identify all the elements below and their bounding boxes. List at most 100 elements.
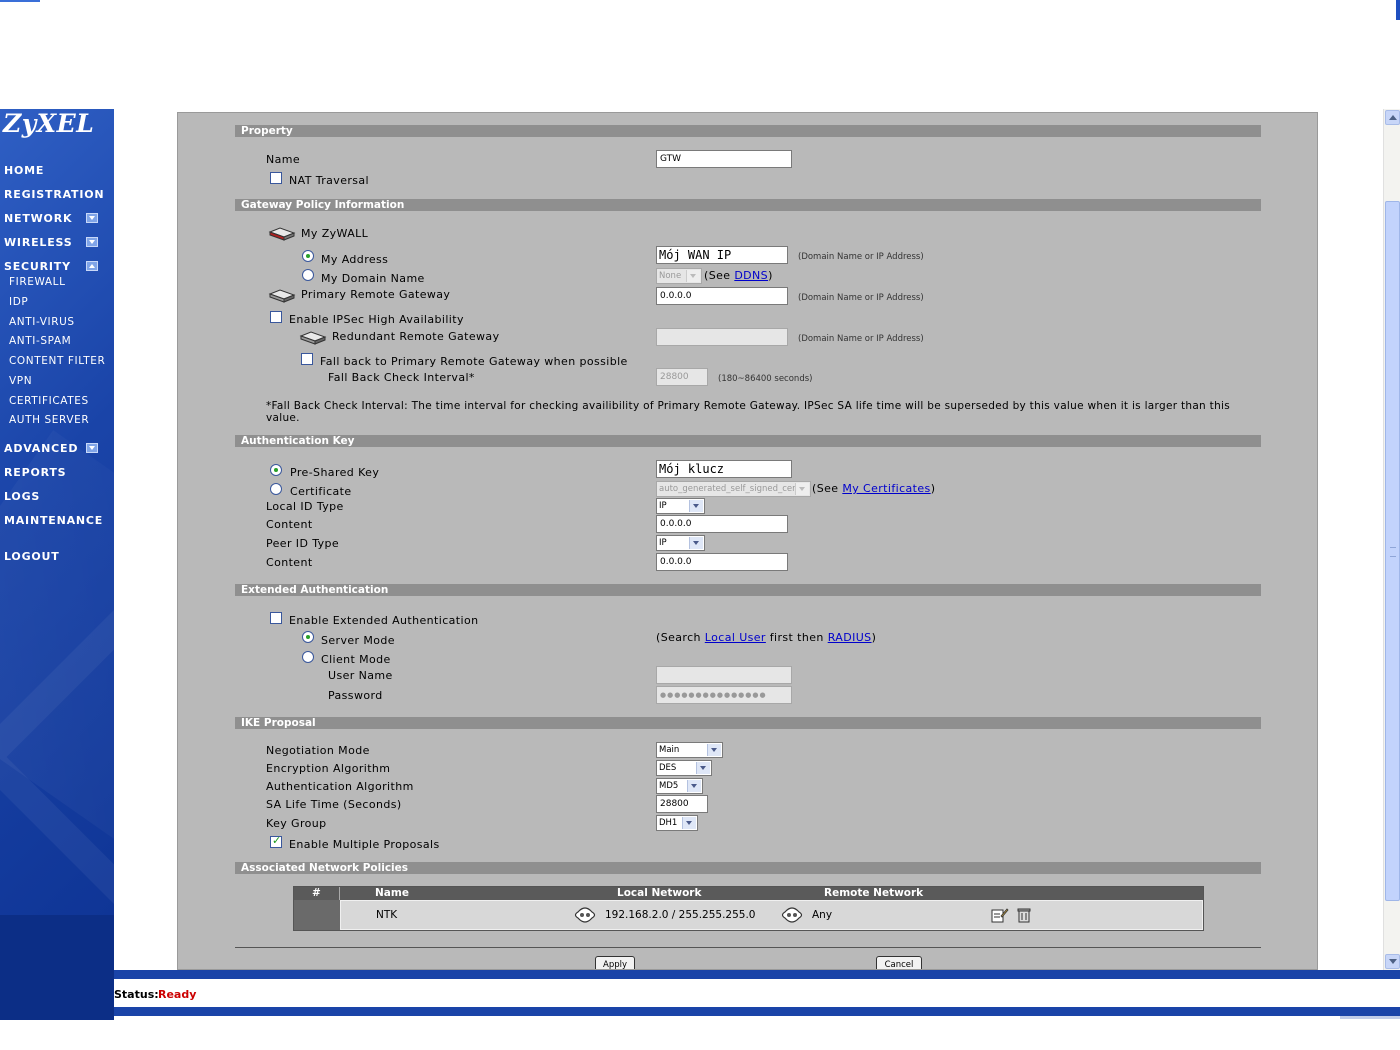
- edit-icon[interactable]: [991, 907, 1009, 923]
- name-input[interactable]: GTW: [656, 150, 792, 168]
- apply-button[interactable]: Apply: [595, 956, 635, 969]
- sa-life-time-label: SA Life Time (Seconds): [266, 798, 402, 811]
- ipsec-ha-checkbox[interactable]: [270, 311, 282, 323]
- delete-icon[interactable]: [1017, 907, 1031, 923]
- nav-reports[interactable]: REPORTS: [4, 466, 66, 479]
- nav-anti-spam[interactable]: ANTI-SPAM: [9, 335, 71, 347]
- pre-shared-key-input[interactable]: Mój klucz: [656, 460, 792, 478]
- network-expand-icon[interactable]: [86, 213, 98, 223]
- fallback-label: Fall back to Primary Remote Gateway when…: [320, 355, 628, 368]
- dropdown-arrow-icon: [689, 537, 703, 549]
- key-group-select[interactable]: DH1: [656, 815, 698, 831]
- status-value: Ready: [158, 988, 197, 1001]
- nav-certificates[interactable]: CERTIFICATES: [9, 395, 89, 407]
- device-icon: [268, 289, 296, 303]
- redundant-gateway-input[interactable]: [656, 328, 788, 346]
- dropdown-arrow-icon: [689, 500, 703, 512]
- certificate-select[interactable]: auto_generated_self_signed_cert: [656, 481, 811, 497]
- primary-gateway-input[interactable]: 0.0.0.0: [656, 287, 788, 305]
- peer-id-type-select[interactable]: IP: [656, 535, 705, 551]
- dropdown-arrow-icon: [795, 483, 809, 495]
- policy-remote-network: Any: [812, 909, 833, 921]
- scroll-thumb[interactable]: [1385, 201, 1400, 901]
- policies-table-header: # Name Local Network Remote Network: [294, 887, 1203, 900]
- scroll-up-icon[interactable]: [1385, 110, 1400, 125]
- device-icon: [268, 227, 296, 241]
- my-address-radio[interactable]: [302, 250, 314, 262]
- domain-name-select[interactable]: None: [656, 268, 702, 284]
- my-domain-radio[interactable]: [302, 269, 314, 281]
- my-certificates-link[interactable]: My Certificates: [842, 482, 930, 495]
- device-icon: [299, 331, 327, 345]
- my-address-input[interactable]: Mój WAN IP: [656, 246, 788, 264]
- fallback-checkbox[interactable]: [301, 353, 313, 365]
- table-row[interactable]: NTK 192.168.2.0 / 255.255.255.0 Any: [340, 900, 1203, 930]
- key-group-label: Key Group: [266, 817, 327, 830]
- policy-local-network: 192.168.2.0 / 255.255.255.0: [605, 909, 756, 921]
- pre-shared-key-label: Pre-Shared Key: [290, 466, 380, 479]
- form-divider: [235, 947, 1261, 948]
- my-zywall-label: My ZyWALL: [301, 227, 369, 240]
- security-collapse-icon[interactable]: [86, 261, 98, 271]
- wireless-expand-icon[interactable]: [86, 237, 98, 247]
- negotiation-mode-label: Negotiation Mode: [266, 744, 370, 757]
- section-gateway-policy: Gateway Policy Information: [235, 199, 1261, 211]
- status-bar-bottom-border: [114, 1007, 1400, 1016]
- nav-anti-virus[interactable]: ANTI-VIRUS: [9, 316, 75, 328]
- xauth-password-input[interactable]: ●●●●●●●●●●●●●●●: [656, 686, 792, 704]
- nav-wireless[interactable]: WIRELESS: [4, 236, 72, 249]
- authentication-algorithm-select[interactable]: MD5: [656, 778, 703, 794]
- nav-registration[interactable]: REGISTRATION: [4, 188, 104, 201]
- encryption-algorithm-select[interactable]: DES: [656, 760, 712, 776]
- local-id-type-value: IP: [659, 501, 667, 511]
- multiple-proposals-label: Enable Multiple Proposals: [289, 838, 440, 851]
- top-strip: [0, 0, 40, 2]
- nav-firewall[interactable]: FIREWALL: [9, 276, 66, 288]
- redundant-gateway-hint: (Domain Name or IP Address): [798, 334, 924, 344]
- nav-content-filter[interactable]: CONTENT FILTER: [9, 355, 105, 367]
- nav-vpn[interactable]: VPN: [9, 375, 32, 387]
- multiple-proposals-checkbox[interactable]: [270, 834, 282, 848]
- xauth-enable-checkbox[interactable]: [270, 612, 282, 624]
- local-content-input[interactable]: 0.0.0.0: [656, 515, 788, 533]
- primary-gateway-label: Primary Remote Gateway: [301, 288, 451, 301]
- xauth-enable-label: Enable Extended Authentication: [289, 614, 479, 627]
- nat-traversal-checkbox[interactable]: [270, 172, 282, 184]
- nav-home[interactable]: HOME: [4, 164, 44, 177]
- fallback-interval-input[interactable]: 28800: [656, 368, 708, 386]
- nav-logs[interactable]: LOGS: [4, 490, 40, 503]
- client-mode-radio[interactable]: [302, 651, 314, 663]
- sidebar-footer: [0, 915, 114, 1020]
- local-id-type-select[interactable]: IP: [656, 498, 705, 514]
- nav-network[interactable]: NETWORK: [4, 212, 72, 225]
- vertical-scrollbar[interactable]: [1383, 109, 1400, 970]
- peer-content-input[interactable]: 0.0.0.0: [656, 553, 788, 571]
- col-number: #: [312, 887, 321, 899]
- server-mode-radio[interactable]: [302, 631, 314, 643]
- encryption-algorithm-value: DES: [659, 763, 677, 773]
- ddns-link[interactable]: DDNS: [734, 269, 768, 282]
- certificate-radio[interactable]: [270, 483, 282, 495]
- domain-select-value: None: [659, 271, 682, 281]
- cancel-button[interactable]: Cancel: [876, 956, 922, 969]
- ddns-see: (See DDNS): [704, 269, 773, 282]
- vpn-gateway-form: Property Name GTW NAT Traversal Gateway …: [177, 112, 1318, 970]
- advanced-expand-icon[interactable]: [86, 443, 98, 453]
- nav-idp[interactable]: IDP: [9, 296, 28, 308]
- radius-link[interactable]: RADIUS: [828, 631, 872, 644]
- nav-advanced[interactable]: ADVANCED: [4, 442, 78, 455]
- xauth-username-input[interactable]: [656, 666, 792, 684]
- redundant-gateway-label: Redundant Remote Gateway: [332, 330, 500, 343]
- nav-auth-server[interactable]: AUTH SERVER: [9, 414, 89, 426]
- local-user-link[interactable]: Local User: [705, 631, 766, 644]
- nav-maintenance[interactable]: MAINTENANCE: [4, 514, 103, 527]
- search-prefix: (Search: [656, 631, 705, 644]
- cert-see-prefix: (See: [812, 482, 843, 495]
- negotiation-mode-select[interactable]: Main: [656, 742, 723, 758]
- nav-logout[interactable]: LOGOUT: [4, 550, 60, 563]
- scroll-down-icon[interactable]: [1385, 954, 1400, 969]
- nav-security[interactable]: SECURITY: [4, 260, 71, 273]
- pre-shared-key-radio[interactable]: [270, 464, 282, 476]
- sa-life-time-input[interactable]: 28800: [656, 795, 708, 813]
- certificates-see: (See My Certificates): [812, 482, 935, 495]
